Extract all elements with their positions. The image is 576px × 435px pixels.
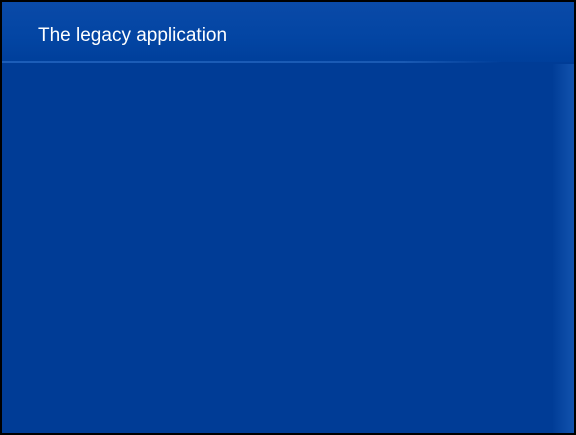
title-divider bbox=[2, 61, 502, 63]
slide-body bbox=[30, 76, 540, 416]
slide-title: The legacy application bbox=[38, 25, 228, 46]
slide: The legacy application bbox=[0, 0, 576, 435]
right-edge-gradient bbox=[552, 64, 574, 433]
